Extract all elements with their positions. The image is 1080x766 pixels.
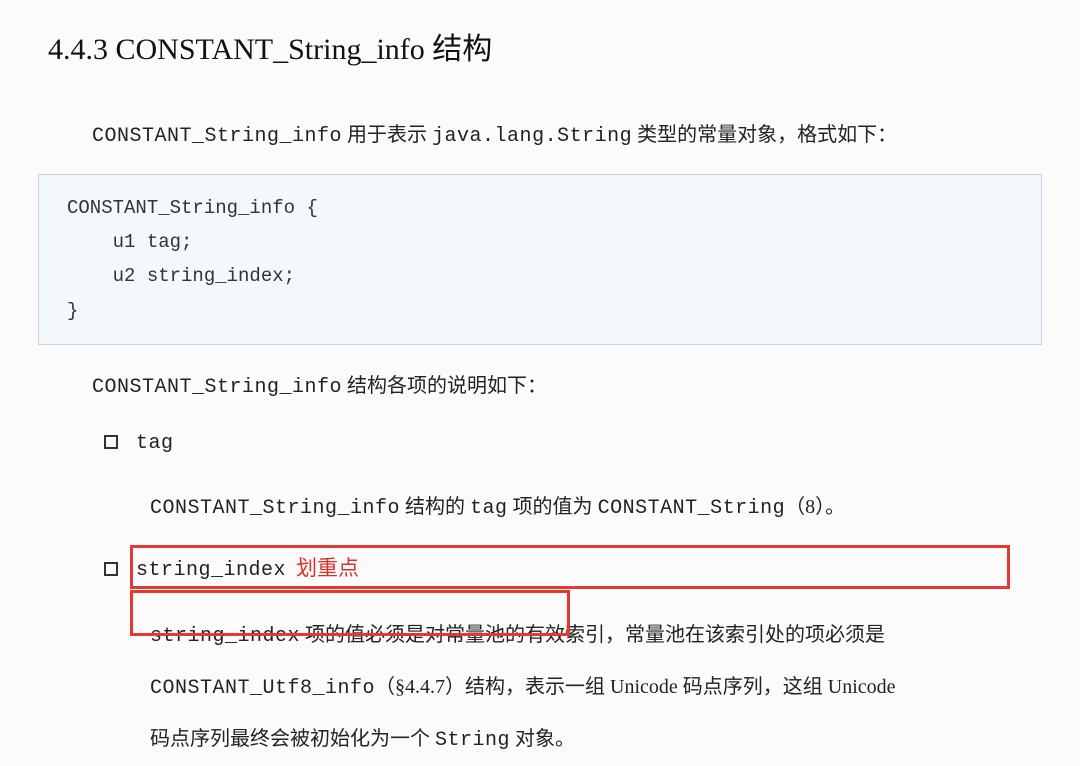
item-label-tag: tag — [136, 425, 174, 463]
item-desc-tag: CONSTANT_String_info 结构的 tag 项的值为 CONSTA… — [104, 483, 1032, 533]
tag-desc-text-3: （8）。 — [785, 496, 845, 518]
tag-desc-code-3: CONSTANT_String — [598, 497, 786, 520]
tag-desc-code-2: tag — [470, 497, 508, 520]
intro-code-ref: CONSTANT_String_info — [92, 125, 342, 148]
item-label-string-index: string_index — [136, 552, 286, 590]
item-desc-string-index: string_index 项的值必须是对常量池的有效索引，常量池在该索引处的项必… — [104, 610, 1032, 766]
tag-desc-text-2: 项的值为 — [508, 496, 598, 518]
intro-java-class: java.lang.String — [432, 125, 632, 148]
intro-text-2: 类型的常量对象，格式如下： — [632, 124, 897, 146]
code-block: CONSTANT_String_info { u1 tag; u2 string… — [38, 174, 1042, 345]
intro-paragraph: CONSTANT_String_info 用于表示 java.lang.Stri… — [92, 116, 1032, 156]
si-desc-text-2: （§4.4.7）结构 — [375, 676, 505, 698]
intro-text-1: 用于表示 — [342, 124, 432, 146]
section-heading: 4.4.3 CONSTANT_String_info 结构 — [0, 0, 1080, 68]
red-annotation: 划重点 — [296, 556, 359, 580]
content-body: CONSTANT_String_info 用于表示 java.lang.Stri… — [0, 68, 1080, 766]
tag-desc-text-1: 结构的 — [400, 496, 470, 518]
bullet-icon — [104, 435, 118, 449]
explain-paragraph: CONSTANT_String_info 结构各项的说明如下： — [92, 367, 1032, 407]
si-desc-code-3: String — [435, 729, 510, 752]
bullet-icon — [104, 562, 118, 576]
si-desc-code-2: CONSTANT_Utf8_info — [150, 677, 375, 700]
si-desc-code-1: string_index — [150, 625, 300, 648]
si-desc-text-3: ，表示一组 Unicode 码点序列，这组 Unicode — [505, 676, 896, 698]
explain-text: 结构各项的说明如下： — [342, 375, 547, 397]
explain-code-ref: CONSTANT_String_info — [92, 376, 342, 399]
list-item-tag: tag CONSTANT_String_info 结构的 tag 项的值为 CO… — [92, 423, 1032, 533]
tag-desc-code-1: CONSTANT_String_info — [150, 497, 400, 520]
list-item-string-index: string_index 划重点 string_index 项的值必须是对常量池的… — [92, 549, 1032, 766]
si-desc-text-1: 项的值必须是对常量池的有效索引，常量池在该索引处的项必须是 — [300, 624, 885, 646]
si-desc-text-5: 对象。 — [510, 728, 575, 750]
si-desc-text-4: 码点序列最终会被初始化为一个 — [150, 728, 435, 750]
